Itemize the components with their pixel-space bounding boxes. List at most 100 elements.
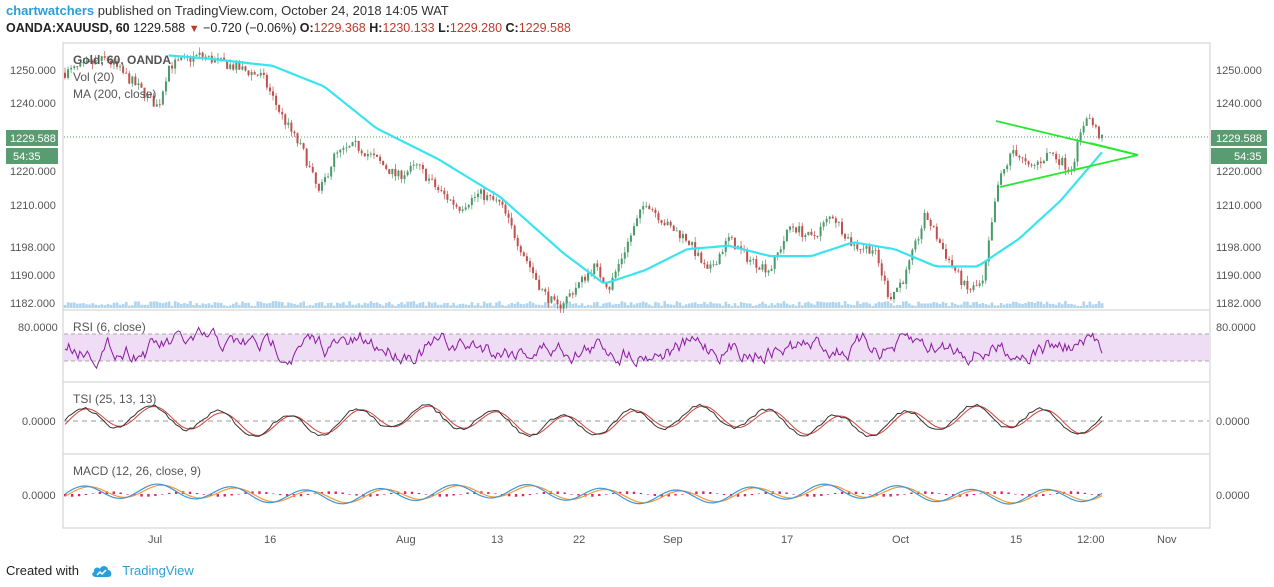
candle-body [889,296,892,300]
volume-bar [446,302,449,308]
volume-bar [1039,301,1043,308]
candle-body [960,270,963,285]
macd-hist-bar [327,491,330,494]
volume-bar [161,303,165,308]
candle-body [424,169,427,181]
macd-hist-bar [1014,493,1017,495]
tsi-tick-right: 0.0000 [1216,416,1250,428]
triangle-apex[interactable] [1089,142,1139,156]
macd-hist-bar [1069,491,1073,494]
macd-hist-bar [140,494,143,497]
volume-bar [534,304,538,308]
candle-body [1101,134,1103,139]
volume-bar [409,301,413,308]
candle-body [64,72,66,78]
candle-body [902,282,905,284]
volume-bar [577,305,581,308]
volume-bar [186,303,189,308]
volume-bar [519,303,523,308]
candle-body [174,59,177,69]
macd-hist-bar [1055,493,1059,494]
y-tick-left: 1210.000 [10,200,56,212]
volume-bar [638,302,642,308]
x-axis[interactable]: Jul 16 Aug 13 22 Sep 17 Oct 15 12:00 Nov [148,534,1177,546]
candle-body [1030,164,1033,166]
volume-bar [351,304,354,308]
candle-body [1079,132,1082,142]
candle-body [1021,157,1024,159]
candle-body [168,65,171,82]
volume-bar [1045,301,1049,308]
candle-body [822,222,825,227]
volume-bar [244,302,247,308]
candle-body [626,241,629,253]
volume-bar [660,305,663,308]
candle-body [911,249,914,261]
candle-body [1088,118,1091,120]
macd-hist-bar [410,491,414,494]
price-pane[interactable] [62,42,1211,311]
volume-bar [831,301,835,308]
candle-body [840,221,843,235]
volume-bar [709,301,712,308]
candle-body [577,282,580,288]
volume-bar [926,303,930,308]
candle-body [923,213,926,229]
macd-hist-bar [237,493,240,495]
volume-bar [433,302,437,308]
volume-bar [1097,301,1101,308]
candle-body [752,259,755,260]
candle-body [434,179,437,188]
volume-bar [235,302,238,308]
macd-hist-bar [535,493,539,495]
volume-bar [641,301,645,308]
volume-bar [66,302,70,308]
volume-bar [620,301,624,308]
candle-body [1015,150,1018,156]
volume-bar [828,302,832,308]
candle-body [1091,118,1094,126]
macd-hist-bar [1048,494,1052,495]
volume-bar [920,303,923,308]
candle-body [993,201,996,223]
tsi-pane[interactable] [62,381,1211,455]
volume-bar [905,301,908,308]
macd-hist-bar [861,492,865,494]
volume-bar [470,302,474,308]
volume-bar [498,301,501,308]
chart-canvas[interactable]: Gold, 60, OANDA Vol (20) MA (200, close)… [0,0,1274,587]
candle-body [207,55,210,57]
candle-body [718,253,721,265]
candle-body [137,83,140,85]
candle-body [461,209,464,211]
volume-bar [415,304,419,308]
volume-bar [290,303,293,308]
volume-bar [972,302,975,308]
macd-hist-bar [1083,492,1087,494]
candle-body [333,153,336,167]
candle-body [363,153,366,157]
candle-body [247,70,250,76]
macd-hist-bar [1090,494,1093,495]
macd-hist-bar [653,494,656,496]
volume-bar [721,305,725,308]
volume-bar [791,304,795,308]
volume-bar [715,303,718,308]
volume-bar [742,302,746,308]
volume-bar [501,304,504,308]
macd-hist-bar [854,491,858,494]
triangle-lower-line[interactable] [999,154,1139,188]
volume-bar [1061,304,1064,308]
candle-body [513,225,516,238]
volume-bar [317,302,321,308]
tradingview-brand[interactable]: TradingView [122,563,194,578]
candle-body [908,260,911,270]
volume-bar [69,302,73,308]
volume-bar [284,305,287,308]
macd-hist-bar [1007,492,1010,494]
candle-body [810,231,813,236]
legend-ma: MA (200, close) [73,87,156,101]
candle-body [599,266,602,278]
volume-bar [88,304,91,308]
macd-hist-bar [827,494,830,495]
